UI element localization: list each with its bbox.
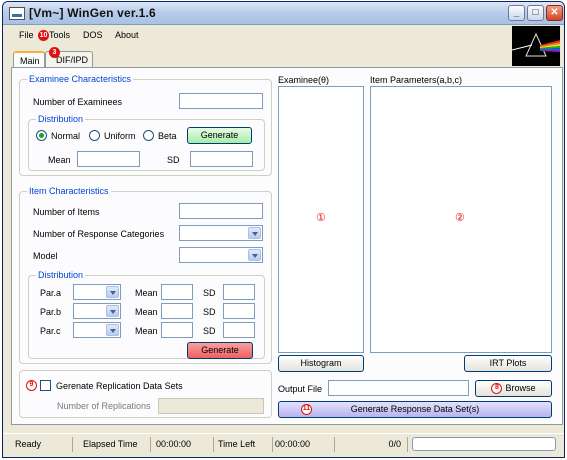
progress-bar [412,437,556,451]
marker-2: ② [455,212,465,224]
number-of-replications-label: Number of Replications [57,401,151,411]
generate-response-button-label: Generate Response Data Set(s) [350,404,480,414]
number-of-items-label: Number of Items [33,207,100,217]
elapsed-time-value: 00:00:00 [156,437,214,452]
chevron-down-icon[interactable] [106,324,119,336]
app-window: [Vm~] WinGen ver.1.6 _ □ ✕ File 10 Tools… [2,1,565,458]
replication-checkbox[interactable] [40,380,51,391]
par-a-mean-label: Mean [135,288,158,298]
par-c-sd-input[interactable] [223,322,255,338]
par-a-select[interactable] [73,284,121,300]
window-title: [Vm~] WinGen ver.1.6 [29,6,156,20]
examinee-distribution-group: Distribution Normal Uniform Beta Generat… [28,114,265,171]
replication-group: 9 Gerenate Replication Data Sets Number … [19,370,272,418]
status-ready: Ready [15,437,73,452]
number-of-items-input[interactable] [179,203,263,219]
examinee-characteristics-group: Examinee Characteristics Number of Exami… [19,74,272,176]
item-characteristics-legend: Item Characteristics [27,186,111,196]
model-label: Model [33,251,58,261]
par-c-label: Par.c [40,326,61,336]
number-of-response-categories-label: Number of Response Categories [33,229,165,239]
marker-10: 10 [38,30,49,41]
chevron-down-icon[interactable] [248,227,261,239]
browse-button[interactable]: 8 Browse [475,380,552,397]
marker-1: ① [316,212,326,224]
menu-dos[interactable]: DOS [83,30,103,40]
marker-3: 3 [49,47,60,58]
prism-logo [512,26,560,66]
chevron-down-icon[interactable] [248,249,261,261]
normal-radio[interactable] [36,130,47,141]
prism-logo-graphic [512,32,560,57]
progress-count: 0/0 [338,437,408,452]
uniform-radio[interactable] [89,130,100,141]
time-left-value: 00:00:00 [275,437,335,452]
app-icon[interactable] [9,7,25,20]
examinee-generate-button[interactable]: Generate [187,127,252,144]
status-bar: Ready Elapsed Time 00:00:00 Time Left 00… [3,433,564,455]
chevron-down-icon[interactable] [106,305,119,317]
beta-label: Beta [158,131,177,141]
output-file-label: Output File [278,384,323,394]
examinee-mean-input[interactable] [77,151,140,167]
examinee-characteristics-legend: Examinee Characteristics [27,74,134,84]
maximize-button[interactable]: □ [527,5,544,21]
par-c-mean-label: Mean [135,326,158,336]
menu-file[interactable]: File [19,30,34,40]
number-of-replications-input[interactable] [158,398,264,414]
examinee-theta-list[interactable]: ① [278,86,364,353]
response-categories-select[interactable] [179,225,263,241]
par-b-mean-input[interactable] [161,303,193,319]
par-b-select[interactable] [73,303,121,319]
par-b-mean-label: Mean [135,307,158,317]
par-a-sd-label: SD [203,288,216,298]
examinee-distribution-legend: Distribution [36,114,86,124]
close-button[interactable]: ✕ [546,5,563,21]
examinee-sd-input[interactable] [190,151,253,167]
number-of-examinees-input[interactable] [179,93,263,109]
par-b-label: Par.b [40,307,62,317]
menu-tools[interactable]: Tools [49,30,70,40]
title-bar[interactable]: [Vm~] WinGen ver.1.6 _ □ ✕ [3,2,564,25]
output-file-input[interactable] [328,380,469,396]
examinee-theta-label: Examinee(θ) [278,75,330,85]
menu-bar: File 10 Tools DOS About [3,25,564,45]
par-c-sd-label: SD [203,326,216,336]
examinee-sd-label: SD [167,155,180,165]
par-c-select[interactable] [73,322,121,338]
normal-label: Normal [51,131,81,141]
browse-button-label: Browse [505,383,536,393]
chevron-down-icon[interactable] [106,286,119,298]
marker-9: 9 [26,380,37,391]
elapsed-time-label: Elapsed Time [83,437,151,452]
beta-radio[interactable] [143,130,154,141]
item-distribution-legend: Distribution [36,270,86,280]
irt-plots-button[interactable]: IRT Plots [464,355,552,372]
par-a-mean-input[interactable] [161,284,193,300]
main-tab-panel: Examinee Characteristics Number of Exami… [11,67,563,425]
par-a-label: Par.a [40,288,62,298]
item-distribution-group: Distribution Par.a Mean SD Par.b Mean SD… [28,270,265,359]
replication-checkbox-label: Gerenate Replication Data Sets [56,381,183,391]
item-parameters-label: Item Parameters(a,b,c) [370,75,463,85]
time-left-label: Time Left [218,437,273,452]
tab-main[interactable]: Main [13,51,45,68]
histogram-button[interactable]: Histogram [278,355,364,372]
number-of-examinees-label: Number of Examinees [33,97,123,107]
examinee-mean-label: Mean [48,155,71,165]
marker-8: 8 [491,383,503,395]
menu-about[interactable]: About [115,30,139,40]
item-parameters-list[interactable]: ② [370,86,552,353]
par-c-mean-input[interactable] [161,322,193,338]
marker-11: 11 [301,404,312,415]
model-select[interactable] [179,247,263,263]
minimize-button[interactable]: _ [508,5,525,21]
generate-response-button[interactable]: 11 Generate Response Data Set(s) [278,401,552,418]
item-characteristics-group: Item Characteristics Number of Items Num… [19,186,272,364]
par-a-sd-input[interactable] [223,284,255,300]
item-generate-button[interactable]: Generate [187,342,253,359]
par-b-sd-label: SD [203,307,216,317]
uniform-label: Uniform [104,131,136,141]
par-b-sd-input[interactable] [223,303,255,319]
